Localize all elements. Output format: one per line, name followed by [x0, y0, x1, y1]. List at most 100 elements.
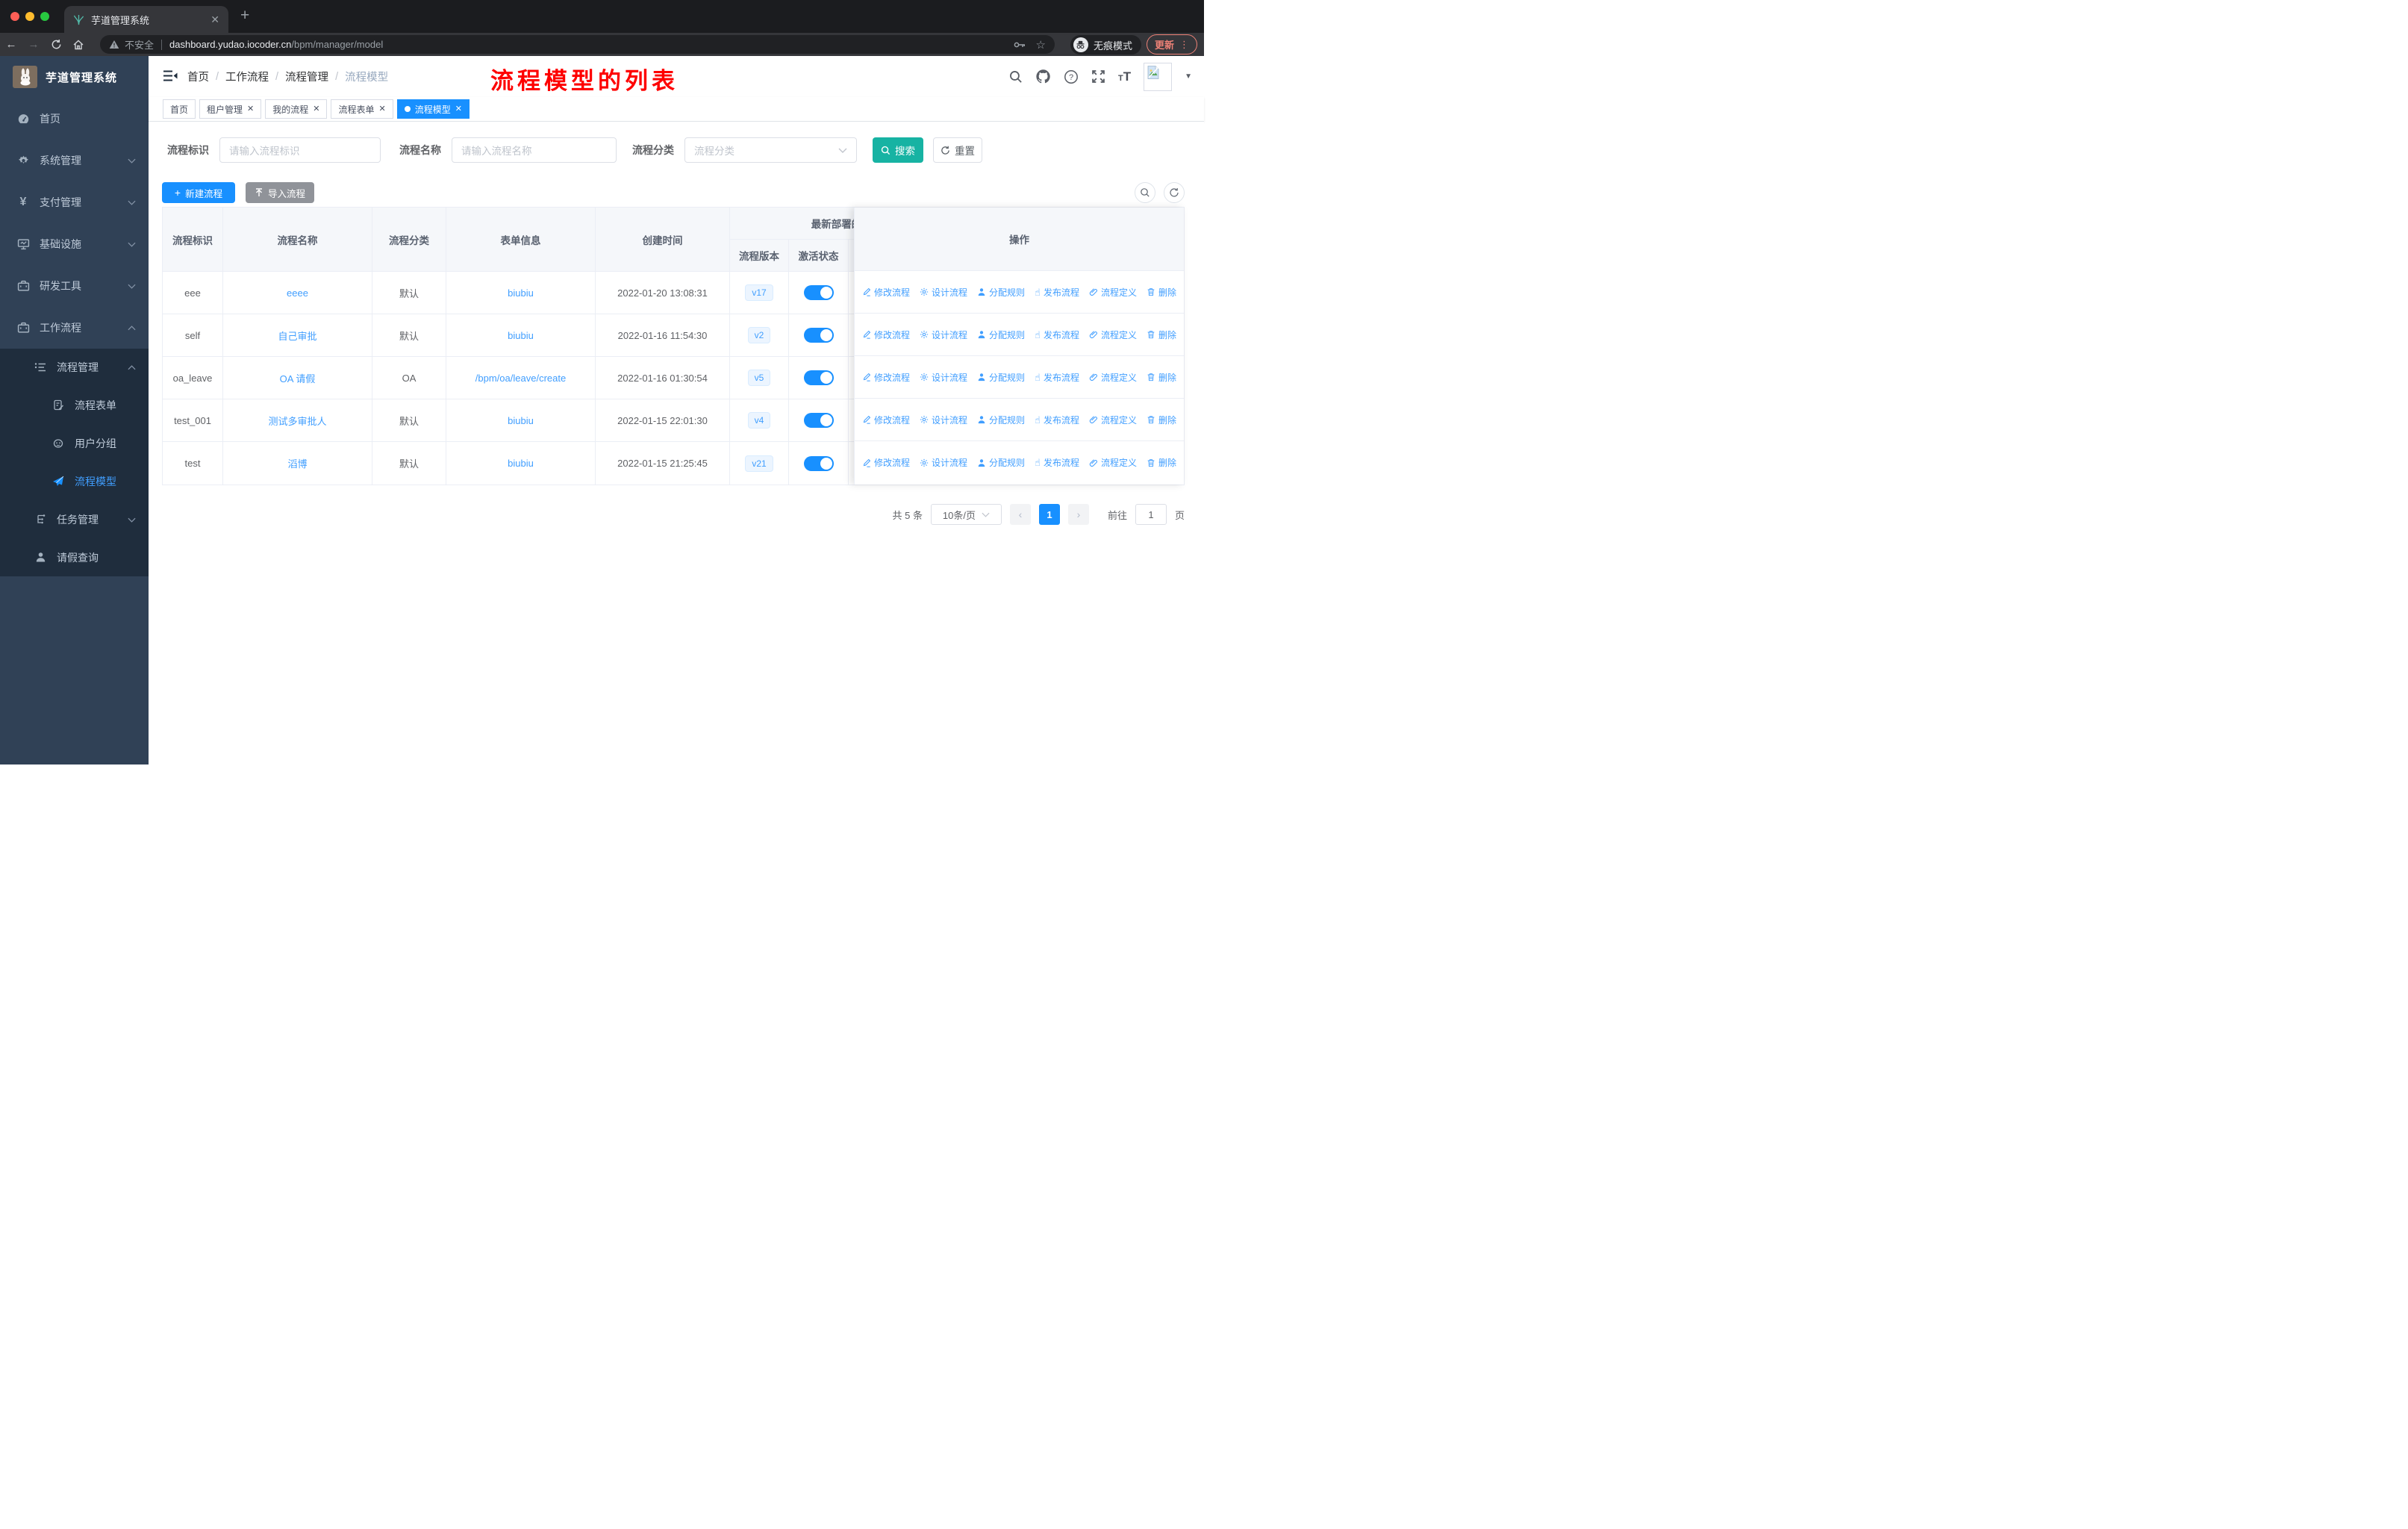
action-link[interactable]: 设计流程: [920, 286, 967, 299]
back-icon[interactable]: ←: [0, 38, 22, 51]
status-toggle[interactable]: [803, 370, 834, 385]
form-info-link[interactable]: biubiu: [508, 415, 534, 426]
forward-icon[interactable]: →: [22, 38, 45, 51]
status-toggle[interactable]: [803, 413, 834, 428]
refresh-table-icon-button[interactable]: [1164, 182, 1185, 203]
reset-button[interactable]: 重置: [933, 137, 982, 163]
action-link[interactable]: 流程定义: [1089, 414, 1137, 426]
next-page-button[interactable]: ›: [1067, 504, 1089, 525]
sidebar-item-user-group[interactable]: 用户分组: [0, 424, 149, 462]
tag-close-icon[interactable]: ✕: [379, 105, 386, 113]
tag-my-process[interactable]: 我的流程 ✕: [265, 99, 328, 119]
action-link[interactable]: ☝ 发布流程: [1035, 286, 1079, 299]
font-size-icon[interactable]: TT: [1118, 69, 1131, 84]
reload-icon[interactable]: [45, 39, 67, 50]
prev-page-button[interactable]: ‹: [1009, 504, 1031, 525]
action-link[interactable]: 设计流程: [920, 328, 967, 341]
search-icon[interactable]: [1008, 69, 1023, 84]
caret-down-icon[interactable]: ▼: [1185, 72, 1192, 81]
action-link[interactable]: 分配规则: [977, 456, 1025, 469]
home-icon[interactable]: [67, 39, 90, 51]
action-link[interactable]: 分配规则: [977, 286, 1025, 299]
sidebar-item-process-form[interactable]: 流程表单: [0, 386, 149, 424]
sidebar-item-leave-query[interactable]: 请假查询: [0, 538, 149, 576]
action-link[interactable]: 删除: [1147, 371, 1176, 384]
process-name-link[interactable]: eeee: [287, 287, 308, 299]
action-link[interactable]: ☝ 发布流程: [1035, 414, 1079, 426]
process-name-link[interactable]: 自己审批: [278, 328, 316, 343]
key-icon[interactable]: [1014, 41, 1026, 49]
process-name-link[interactable]: OA 请假: [280, 371, 316, 385]
status-toggle[interactable]: [803, 455, 834, 471]
search-button[interactable]: 搜索: [873, 137, 923, 163]
maximize-window-button[interactable]: [40, 12, 49, 21]
process-category-select[interactable]: 流程分类: [684, 137, 857, 163]
process-name-link[interactable]: 滔博: [287, 456, 307, 470]
action-link[interactable]: 流程定义: [1089, 328, 1137, 341]
show-search-icon-button[interactable]: [1135, 182, 1155, 203]
bookmark-star-icon[interactable]: ☆: [1036, 38, 1046, 52]
process-id-input[interactable]: 请输入流程标识: [219, 137, 381, 163]
sidebar-item-process-model[interactable]: 流程模型: [0, 462, 149, 500]
tab-close-icon[interactable]: ✕: [210, 13, 219, 26]
browser-tab[interactable]: 芋道管理系统 ✕: [64, 6, 228, 33]
browser-update-button[interactable]: 更新 ⋮: [1147, 34, 1197, 55]
tag-close-icon[interactable]: ✕: [313, 105, 319, 113]
action-link[interactable]: 删除: [1147, 456, 1176, 469]
help-icon[interactable]: ?: [1064, 69, 1079, 84]
sidebar-item-task-management[interactable]: 任务管理: [0, 500, 149, 538]
status-toggle[interactable]: [803, 328, 834, 343]
user-avatar[interactable]: [1144, 62, 1173, 91]
import-process-button[interactable]: 导入流程: [246, 182, 314, 203]
sidebar-item-workflow[interactable]: 工作流程: [0, 307, 149, 349]
form-info-link[interactable]: biubiu: [508, 287, 534, 299]
action-link[interactable]: ☝ 发布流程: [1035, 328, 1079, 341]
sidebar-item-home[interactable]: 首页: [0, 98, 149, 140]
sidebar-item-devtools[interactable]: 研发工具: [0, 265, 149, 307]
page-size-select[interactable]: 10条/页: [930, 504, 1002, 525]
action-link[interactable]: 修改流程: [862, 414, 910, 426]
action-link[interactable]: 删除: [1147, 286, 1176, 299]
status-toggle[interactable]: [803, 285, 834, 300]
action-link[interactable]: ☝ 发布流程: [1035, 371, 1079, 384]
minimize-window-button[interactable]: [25, 12, 34, 21]
form-info-link[interactable]: biubiu: [508, 458, 534, 469]
action-link[interactable]: 流程定义: [1089, 371, 1137, 384]
action-link[interactable]: 修改流程: [862, 456, 910, 469]
security-warning-icon[interactable]: [109, 40, 119, 49]
sidebar-item-process-management[interactable]: 流程管理: [0, 349, 149, 386]
breadcrumb-home[interactable]: 首页: [187, 69, 209, 84]
current-page-button[interactable]: 1: [1038, 504, 1060, 525]
tag-process-model[interactable]: 流程模型 ✕: [396, 99, 470, 119]
tag-tenant[interactable]: 租户管理 ✕: [199, 99, 262, 119]
close-window-button[interactable]: [10, 12, 19, 21]
tag-home[interactable]: 首页: [163, 99, 196, 119]
form-info-link[interactable]: /bpm/oa/leave/create: [475, 373, 566, 384]
action-link[interactable]: 分配规则: [977, 414, 1025, 426]
goto-page-input[interactable]: 1: [1135, 504, 1167, 525]
address-bar[interactable]: 不安全 dashboard.yudao.iocoder.cn/bpm/manag…: [100, 35, 1055, 54]
action-link[interactable]: 分配规则: [977, 371, 1025, 384]
action-link[interactable]: 分配规则: [977, 328, 1025, 341]
action-link[interactable]: ☝ 发布流程: [1035, 456, 1079, 469]
action-link[interactable]: 设计流程: [920, 371, 967, 384]
action-link[interactable]: 流程定义: [1089, 456, 1137, 469]
sidebar-item-infrastructure[interactable]: 基础设施: [0, 223, 149, 265]
sidebar-fold-icon[interactable]: [163, 70, 178, 81]
tag-process-form[interactable]: 流程表单 ✕: [331, 99, 393, 119]
process-name-link[interactable]: 测试多审批人: [268, 414, 326, 428]
github-icon[interactable]: [1035, 69, 1051, 84]
new-tab-button[interactable]: +: [240, 7, 249, 23]
action-link[interactable]: 删除: [1147, 414, 1176, 426]
tag-close-icon[interactable]: ✕: [247, 105, 254, 113]
browser-menu-icon[interactable]: ⋮: [1179, 39, 1189, 51]
process-name-input[interactable]: 请输入流程名称: [452, 137, 617, 163]
fullscreen-icon[interactable]: [1091, 69, 1105, 84]
action-link[interactable]: 修改流程: [862, 286, 910, 299]
action-link[interactable]: 流程定义: [1089, 286, 1137, 299]
create-process-button[interactable]: + 新建流程: [162, 182, 235, 203]
sidebar-item-payment[interactable]: ¥ 支付管理: [0, 181, 149, 223]
tag-close-icon[interactable]: ✕: [455, 105, 462, 113]
action-link[interactable]: 删除: [1147, 328, 1176, 341]
form-info-link[interactable]: biubiu: [508, 330, 534, 341]
